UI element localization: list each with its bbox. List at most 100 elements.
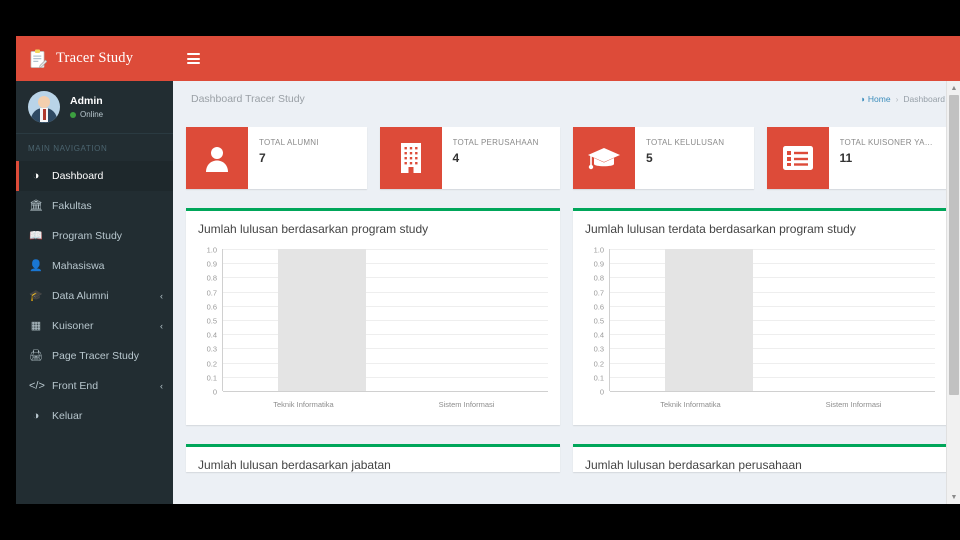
gridline: 0.8 xyxy=(594,274,935,283)
bar-teknik-informatika[interactable] xyxy=(278,249,366,391)
gridline: 0.9 xyxy=(207,260,548,269)
chevron-left-icon: ‹ xyxy=(160,321,163,331)
scroll-down-arrow-icon[interactable]: ▼ xyxy=(947,490,960,504)
page-title: Dashboard Tracer Study xyxy=(191,93,305,105)
breadcrumb-home-label: Home xyxy=(867,94,891,104)
gridline: 0.5 xyxy=(594,317,935,326)
sidebar-item-dashboard[interactable]: ◑ Dashboard xyxy=(16,161,173,191)
info-box-number: 7 xyxy=(259,151,266,165)
panel-header: Jumlah lulusan berdasarkan program study xyxy=(186,211,560,245)
gridline: 0.5 xyxy=(207,317,548,326)
y-tick-label: 0.8 xyxy=(206,273,217,283)
x-tick-label: Sistem Informasi xyxy=(825,400,882,409)
info-box-label: TOTAL PERUSAHAAN xyxy=(452,138,539,147)
y-tick-label: 0 xyxy=(599,387,604,397)
panel-title: Jumlah lulusan berdasarkan jabatan xyxy=(198,458,391,472)
building-icon xyxy=(379,127,442,189)
panel-body: 1.0 0.9 0.8 0.7 0.6 0.5 0.4 0.3 0.2 0.1 xyxy=(186,245,560,425)
chart-plot-area: 1.0 0.9 0.8 0.7 0.6 0.5 0.4 0.3 0.2 0.1 xyxy=(594,246,935,397)
info-box-number: 5 xyxy=(646,151,653,165)
info-box-total-kelulusan[interactable]: TOTAL KELULUSAN 5 xyxy=(573,127,754,189)
y-tick-label: 0 xyxy=(212,387,217,397)
user-panel[interactable]: Admin Online xyxy=(16,81,173,134)
x-tick-label: Teknik Informatika xyxy=(273,400,334,409)
panel-title: Jumlah lulusan berdasarkan perusahaan xyxy=(585,458,802,472)
vertical-scrollbar[interactable]: ▲ ▼ xyxy=(946,81,960,504)
content-scroll-area: TOTAL ALUMNI 7 TOTAL PERUSAHAAN 4 TOTAL … xyxy=(173,117,960,504)
info-box-number: 4 xyxy=(452,151,460,165)
gridline: 0.6 xyxy=(207,302,548,311)
y-tick-label: 0.1 xyxy=(206,373,217,383)
graduation-cap-icon xyxy=(573,127,635,189)
info-box-row: TOTAL ALUMNI 7 TOTAL PERUSAHAAN 4 TOTAL … xyxy=(186,117,947,189)
chart-panel-lulusan-program-study: Jumlah lulusan berdasarkan program study… xyxy=(186,208,560,425)
sidebar-item-label: Program Study xyxy=(52,230,123,242)
y-tick-label: 0.8 xyxy=(593,273,604,283)
sidebar-item-data-alumni[interactable]: 🎓 Data Alumni ‹ xyxy=(16,281,173,311)
info-box-label: TOTAL KUISONER YA… xyxy=(839,138,933,147)
bar-teknik-informatika[interactable] xyxy=(665,249,753,391)
info-box-total-kuisoner[interactable]: TOTAL KUISONER YA… 11 xyxy=(766,127,947,189)
info-box-total-perusahaan[interactable]: TOTAL PERUSAHAAN 4 xyxy=(379,127,560,189)
gridline: 0.4 xyxy=(207,331,548,340)
gridline: 0.7 xyxy=(207,288,548,297)
sidebar-item-label: Dashboard xyxy=(52,170,104,182)
sidebar-item-label: Fakultas xyxy=(52,200,92,212)
y-tick-label: 0.7 xyxy=(593,288,604,298)
dashboard-icon: ◑ xyxy=(859,94,865,104)
scroll-up-arrow-icon[interactable]: ▲ xyxy=(947,81,960,95)
y-tick-label: 0.3 xyxy=(593,344,604,354)
print-icon: 🖨 xyxy=(29,349,43,362)
y-tick-label: 1.0 xyxy=(206,245,217,255)
user-icon: 👤 xyxy=(29,259,43,272)
sidebar-item-program-study[interactable]: 📖 Program Study xyxy=(16,221,173,251)
top-navbar xyxy=(173,36,960,81)
sidebar-item-label: Kuisoner xyxy=(52,320,94,332)
y-tick-label: 0.2 xyxy=(206,359,217,369)
hamburger-icon[interactable] xyxy=(187,53,200,64)
breadcrumb-home-link[interactable]: ◑ Home xyxy=(860,94,891,104)
sidebar-logo[interactable]: Tracer Study xyxy=(16,36,173,81)
y-tick-label: 0.6 xyxy=(593,302,604,312)
clipboard-icon xyxy=(30,49,48,69)
user-status: Online xyxy=(70,110,103,119)
bar-chart-0: 1.0 0.9 0.8 0.7 0.6 0.5 0.4 0.3 0.2 0.1 xyxy=(196,245,550,413)
sidebar-item-label: Front End xyxy=(52,380,99,392)
gridline: 0.4 xyxy=(594,331,935,340)
content-header: Dashboard Tracer Study ◑ Home › Dashboar… xyxy=(173,81,960,117)
user-status-label: Online xyxy=(80,110,104,119)
gridline: 0.7 xyxy=(594,288,935,297)
panel-header: Jumlah lulusan berdasarkan jabatan xyxy=(186,447,560,472)
breadcrumb-separator: › xyxy=(895,94,899,104)
gridline: 0.2 xyxy=(594,359,935,368)
chart-panel-row: Jumlah lulusan berdasarkan program study… xyxy=(186,189,947,425)
sidebar-item-fakultas[interactable]: 🏛 Fakultas xyxy=(16,191,173,221)
chevron-left-icon: ‹ xyxy=(160,381,163,391)
sidebar-item-front-end[interactable]: </> Front End ‹ xyxy=(16,371,173,401)
sidebar-item-mahasiswa[interactable]: 👤 Mahasiswa xyxy=(16,251,173,281)
gridline: 1.0 xyxy=(594,246,935,255)
gridline: 0.2 xyxy=(207,359,548,368)
bank-icon: 🏛 xyxy=(29,199,43,212)
panel-body: 1.0 0.9 0.8 0.7 0.6 0.5 0.4 0.3 0.2 0.1 xyxy=(573,245,947,425)
main-area: Dashboard Tracer Study ◑ Home › Dashboar… xyxy=(173,36,960,504)
y-tick-label: 0.1 xyxy=(593,373,604,383)
y-tick-label: 0.4 xyxy=(593,330,604,340)
user-avatar-icon xyxy=(28,91,60,123)
info-box-total-alumni[interactable]: TOTAL ALUMNI 7 xyxy=(186,127,367,189)
y-tick-label: 0.5 xyxy=(593,316,604,326)
gridline-baseline: 0 xyxy=(213,388,548,397)
panel-title: Jumlah lulusan terdata berdasarkan progr… xyxy=(585,222,856,236)
gridline: 0.1 xyxy=(594,373,935,382)
user-icon xyxy=(186,127,248,189)
y-tick-label: 0.5 xyxy=(206,316,217,326)
sidebar-item-page-tracer-study[interactable]: 🖨 Page Tracer Study xyxy=(16,341,173,371)
list-alt-icon xyxy=(766,127,829,189)
y-tick-label: 0.2 xyxy=(593,359,604,369)
scrollbar-thumb[interactable] xyxy=(949,95,959,395)
sidebar-item-keluar[interactable]: ◑ Keluar xyxy=(16,401,173,431)
gridline: 0.3 xyxy=(207,345,548,354)
sidebar: Tracer Study Admin Online MAIN NAVIGATIO… xyxy=(16,36,173,504)
sidebar-item-kuisoner[interactable]: ▦ Kuisoner ‹ xyxy=(16,311,173,341)
chart-panel-lulusan-terdata-program-study: Jumlah lulusan terdata berdasarkan progr… xyxy=(573,208,947,425)
